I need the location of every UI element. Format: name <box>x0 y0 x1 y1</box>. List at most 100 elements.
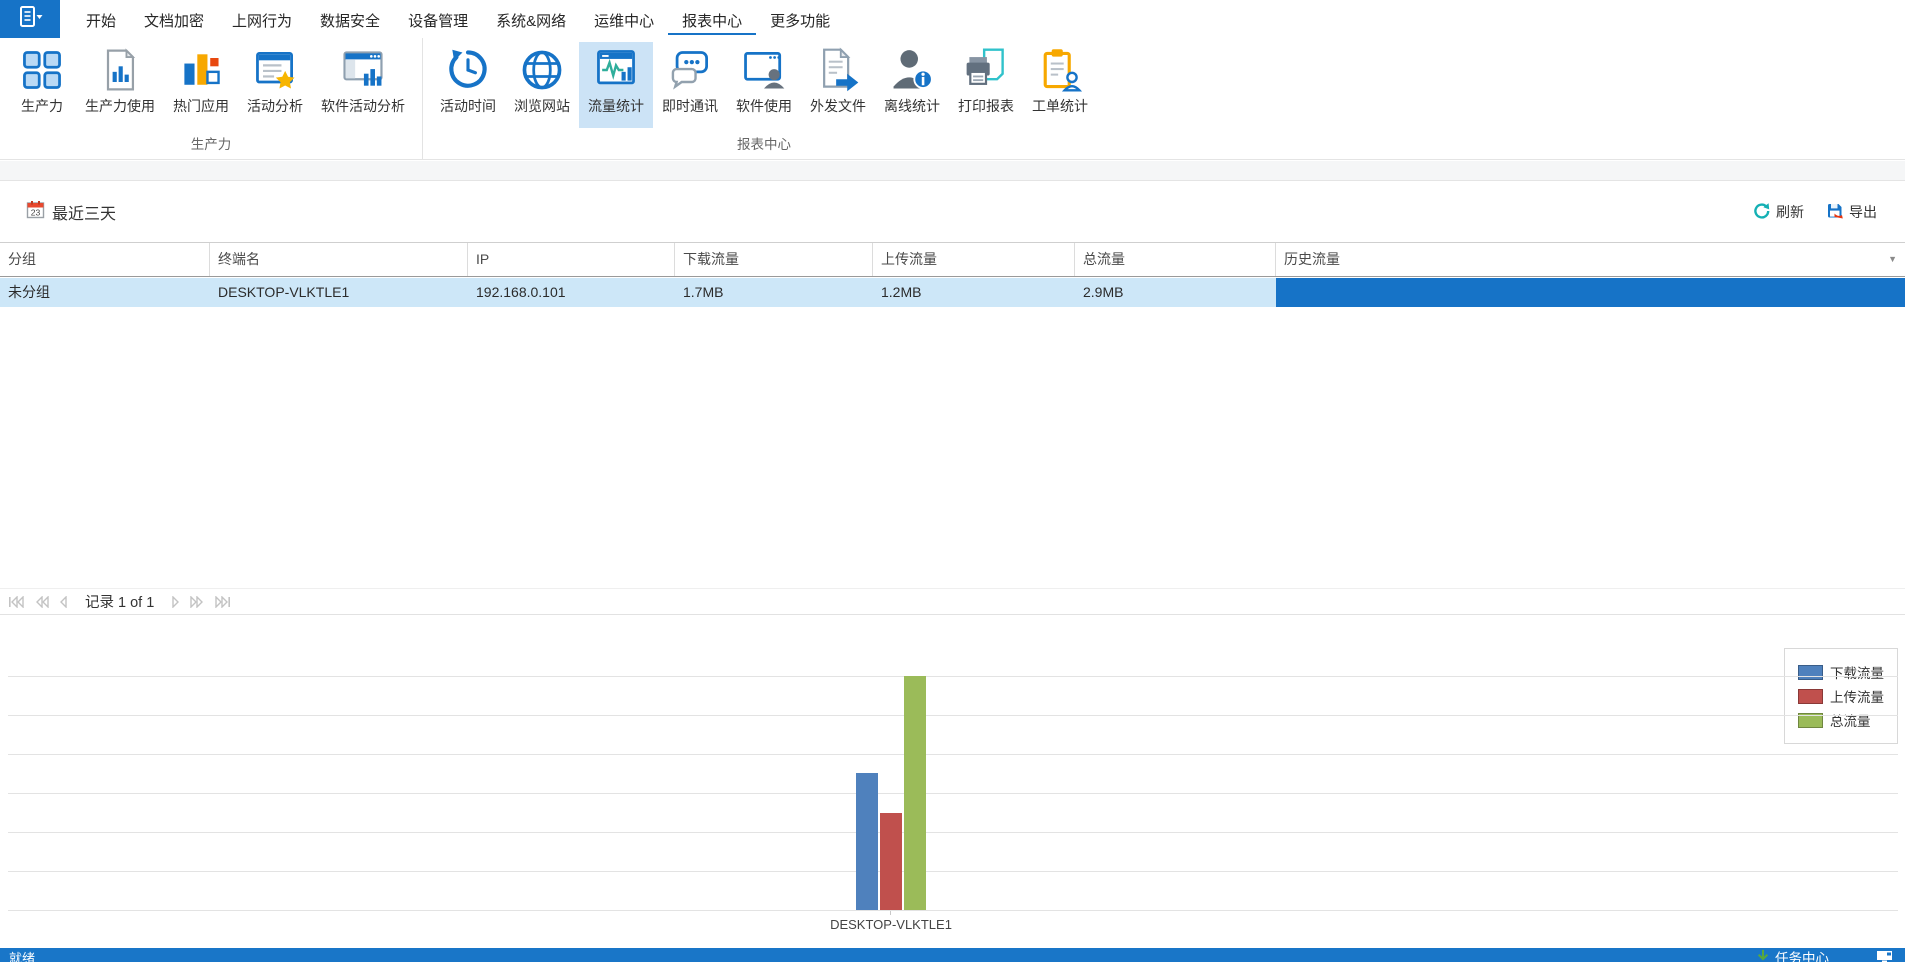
printer-icon <box>961 45 1011 95</box>
table-row[interactable]: 未分组 DESKTOP-VLKTLE1 192.168.0.101 1.7MB … <box>0 278 1905 307</box>
globe-icon <box>517 45 567 95</box>
ribbon-item-label: 生产力使用 <box>85 96 155 116</box>
file-send-icon <box>813 45 863 95</box>
tab-web-behavior[interactable]: 上网行为 <box>218 4 306 35</box>
refresh-icon <box>1753 202 1771 223</box>
prev-page-icon[interactable] <box>59 596 67 608</box>
chat-icon <box>665 45 715 95</box>
chevron-down-icon[interactable]: ▼ <box>1888 243 1897 276</box>
first-page-icon[interactable] <box>8 596 25 608</box>
ribbon-item-label: 活动分析 <box>247 96 303 116</box>
ribbon-item-label: 外发文件 <box>810 96 866 116</box>
cell-history <box>1276 278 1905 307</box>
tab-start[interactable]: 开始 <box>72 4 130 35</box>
ribbon-item-hot-apps[interactable]: 热门应用 <box>164 42 238 128</box>
ribbon-item-print-reports[interactable]: 打印报表 <box>949 42 1023 128</box>
window-chart-icon <box>338 45 388 95</box>
refresh-button[interactable]: 刷新 <box>1753 202 1804 223</box>
ribbon-item-productivity[interactable]: 生产力 <box>8 42 76 128</box>
export-save-icon <box>1826 202 1844 223</box>
tab-doc-encryption[interactable]: 文档加密 <box>130 4 218 35</box>
chart-bar-下载流量 <box>856 773 878 910</box>
status-bar: 就绪 任务中心 <box>0 948 1905 962</box>
ribbon-item-productivity-usage[interactable]: 生产力使用 <box>76 42 164 128</box>
window-user-icon <box>739 45 789 95</box>
ribbon-item-software-usage[interactable]: 软件使用 <box>727 42 801 128</box>
bar-chart-icon <box>176 45 226 95</box>
monitor-icon[interactable] <box>1876 950 1893 962</box>
status-ready-label: 就绪 <box>9 950 35 962</box>
clipboard-user-icon <box>1035 45 1085 95</box>
legend-item-total: 总流量 <box>1798 710 1891 730</box>
ribbon-item-instant-messaging[interactable]: 即时通讯 <box>653 42 727 128</box>
ribbon-item-outgoing-files[interactable]: 外发文件 <box>801 42 875 128</box>
user-info-icon <box>887 45 937 95</box>
cell-download: 1.7MB <box>675 278 873 307</box>
ribbon-group-productivity: 生产力 生产力使用 <box>0 38 422 159</box>
next-page-icon[interactable] <box>172 596 180 608</box>
ribbon-item-software-activity-analysis[interactable]: 软件活动分析 <box>312 42 414 128</box>
tab-report-center[interactable]: 报表中心 <box>668 4 756 35</box>
tab-data-security[interactable]: 数据安全 <box>306 4 394 35</box>
export-button[interactable]: 导出 <box>1826 202 1877 223</box>
column-header-group[interactable]: 分组 <box>0 243 210 276</box>
chart-gridline <box>8 910 1898 911</box>
column-header-history[interactable]: 历史流量 ▼ <box>1276 243 1905 276</box>
refresh-label: 刷新 <box>1776 202 1804 222</box>
pagination-bar: 记录 1 of 1 <box>0 588 1905 615</box>
ribbon-item-activity-analysis[interactable]: 活动分析 <box>238 42 312 128</box>
date-filter-label: 最近三天 <box>52 200 116 224</box>
ribbon-item-traffic-stats[interactable]: 流量统计 <box>579 42 653 128</box>
ribbon-item-label: 即时通讯 <box>662 96 718 116</box>
clock-history-icon <box>443 45 493 95</box>
column-header-ip[interactable]: IP <box>468 243 675 276</box>
traffic-bar-chart: DESKTOP-VLKTLE1 下载流量 上传流量 总流量 <box>0 616 1905 948</box>
ribbon-item-label: 生产力 <box>21 96 63 116</box>
ribbon-item-label: 软件使用 <box>736 96 792 116</box>
record-count-label: 记录 1 of 1 <box>85 591 154 612</box>
column-header-upload[interactable]: 上传流量 <box>873 243 1075 276</box>
cell-ip: 192.168.0.101 <box>468 278 675 307</box>
ribbon-item-label: 热门应用 <box>173 96 229 116</box>
ribbon-item-label: 打印报表 <box>958 96 1014 116</box>
date-filter-button[interactable]: 23 最近三天 <box>26 200 116 224</box>
column-header-terminal[interactable]: 终端名 <box>210 243 468 276</box>
ribbon-item-label: 浏览网站 <box>514 96 570 116</box>
last-page-icon[interactable] <box>214 596 231 608</box>
ribbon-item-offline-stats[interactable]: 离线统计 <box>875 42 949 128</box>
fast-next-icon[interactable] <box>190 596 204 608</box>
cell-group: 未分组 <box>0 278 210 307</box>
ribbon-item-activity-time[interactable]: 活动时间 <box>431 42 505 128</box>
legend-swatch-download <box>1798 665 1823 680</box>
tab-device-mgmt[interactable]: 设备管理 <box>394 4 482 35</box>
calendar-icon: 23 <box>26 200 45 224</box>
svg-text:23: 23 <box>31 207 41 217</box>
report-star-icon <box>250 45 300 95</box>
ribbon-item-label: 软件活动分析 <box>321 96 405 116</box>
legend-swatch-upload <box>1798 689 1823 704</box>
export-label: 导出 <box>1849 202 1877 222</box>
column-header-download[interactable]: 下载流量 <box>675 243 873 276</box>
column-header-total[interactable]: 总流量 <box>1075 243 1276 276</box>
tab-ops-center[interactable]: 运维中心 <box>580 4 668 35</box>
content-toolbar: 23 最近三天 刷新 <box>0 182 1905 243</box>
tab-system-network[interactable]: 系统&网络 <box>482 4 580 35</box>
ribbon-item-browse-websites[interactable]: 浏览网站 <box>505 42 579 128</box>
chart-gridline <box>8 793 1898 794</box>
chart-gridline <box>8 754 1898 755</box>
chart-gridline <box>8 715 1898 716</box>
ribbon-item-ticket-stats[interactable]: 工单统计 <box>1023 42 1097 128</box>
download-arrow-icon <box>1756 949 1770 962</box>
legend-item-upload: 上传流量 <box>1798 686 1891 706</box>
fast-prev-icon[interactable] <box>35 596 49 608</box>
report-list-icon <box>15 5 45 34</box>
legend-item-download: 下载流量 <box>1798 662 1891 682</box>
task-center-button[interactable]: 任务中心 <box>1756 949 1829 962</box>
chart-gridline <box>8 676 1898 677</box>
ribbon-sub-band <box>0 161 1905 181</box>
ribbon-group-label-report-center: 报表中心 <box>427 135 1101 159</box>
ribbon-item-label: 流量统计 <box>588 96 644 116</box>
app-window: 开始 文档加密 上网行为 数据安全 设备管理 系统&网络 运维中心 报表中心 更… <box>0 0 1905 962</box>
tab-more-features[interactable]: 更多功能 <box>756 4 844 35</box>
app-menu-button[interactable] <box>0 0 60 38</box>
